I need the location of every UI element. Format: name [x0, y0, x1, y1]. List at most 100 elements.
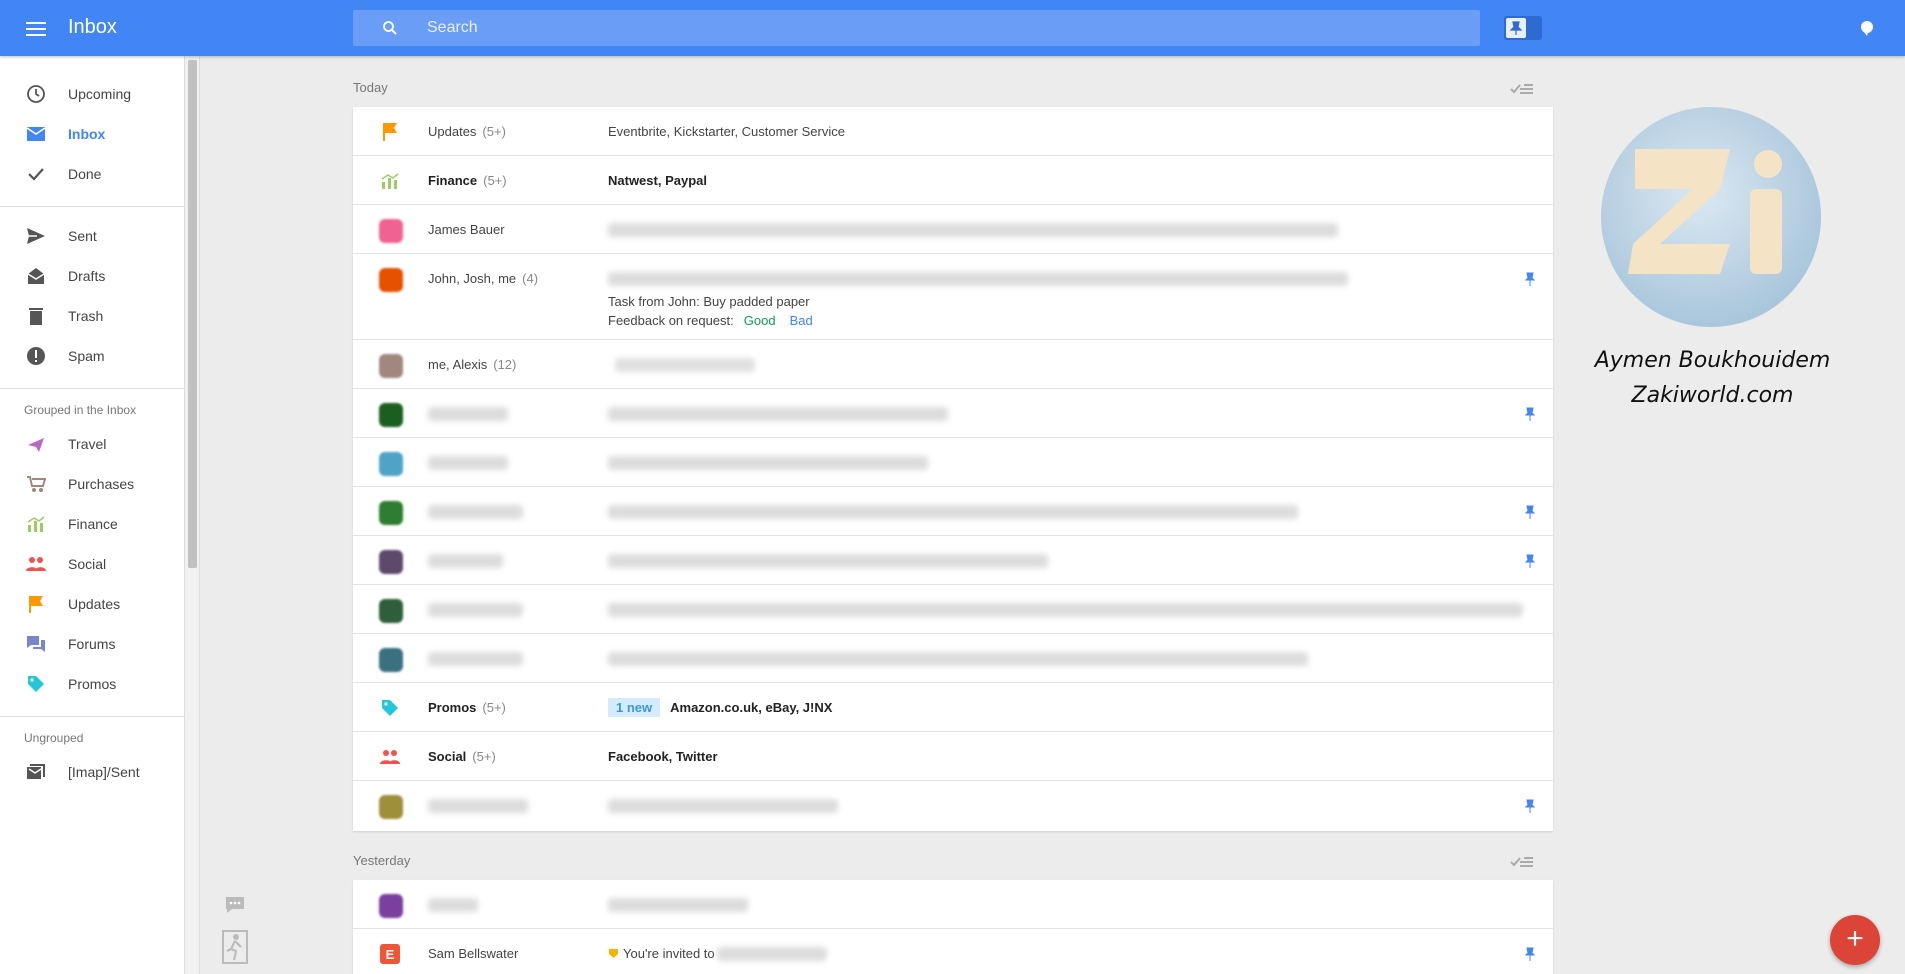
pin-icon[interactable]	[1523, 505, 1537, 519]
redacted-sender	[428, 799, 528, 813]
sidebar-item-label: Upcoming	[68, 86, 132, 102]
pin-icon[interactable]	[1523, 407, 1537, 421]
chat-icon[interactable]	[224, 895, 246, 915]
redacted-sender	[428, 456, 508, 470]
send-icon	[27, 228, 45, 244]
list-item[interactable]	[353, 585, 1553, 634]
sidebar-item-label: Spam	[68, 348, 105, 364]
check-icon	[28, 168, 44, 181]
sidebar-item-label: Finance	[68, 516, 118, 532]
list-item-alexis[interactable]: me, Alexis (12)	[353, 340, 1553, 389]
list-item[interactable]	[353, 781, 1553, 830]
list-item-sam[interactable]: E Sam Bellswater You're invited to	[353, 929, 1553, 974]
sidebar-item-spam[interactable]: Spam	[0, 336, 185, 376]
scrollbar-thumb[interactable]	[188, 60, 197, 568]
list-item-finance-bundle[interactable]: Finance (5+) Natwest, Paypal	[353, 156, 1553, 205]
pin-icon	[1509, 21, 1523, 35]
mail-icon	[26, 127, 46, 141]
sidebar-item-done[interactable]: Done	[0, 154, 185, 194]
redacted-subject	[615, 358, 755, 372]
avatar	[379, 894, 403, 918]
list-item-updates-bundle[interactable]: Updates (5+) Eventbrite, Kickstarter, Cus…	[353, 107, 1553, 156]
sidebar-item-label: Purchases	[68, 476, 135, 492]
pin-icon[interactable]	[1523, 947, 1537, 961]
sidebar-divider	[0, 388, 185, 389]
sidebar-item-upcoming[interactable]: Upcoming	[0, 74, 185, 114]
yesterday-list: E Sam Bellswater You're invited to	[353, 880, 1553, 974]
sidebar-item-inbox[interactable]: Inbox	[0, 114, 185, 154]
sidebar-item-sent[interactable]: Sent	[0, 216, 185, 256]
pin-icon[interactable]	[1523, 799, 1537, 813]
tag-icon	[382, 700, 398, 716]
sender-sam: Sam Bellswater	[428, 946, 519, 961]
redacted-subject	[717, 947, 827, 961]
watermark-name: Aymen Boukhouidem	[1594, 348, 1831, 373]
top-app-bar: Inbox	[0, 0, 1905, 56]
list-item[interactable]	[353, 389, 1553, 438]
search-icon[interactable]	[381, 19, 399, 37]
redacted-subject	[608, 407, 948, 421]
sweep-done-icon[interactable]	[1510, 82, 1534, 96]
flag-icon	[383, 123, 397, 141]
subject-sam: You're invited to	[608, 946, 715, 961]
subject-updates: Eventbrite, Kickstarter, Customer Servic…	[608, 124, 845, 139]
subject-social: Facebook, Twitter	[608, 749, 718, 764]
app-title: Inbox	[68, 16, 117, 38]
compose-button[interactable]: +	[1830, 915, 1880, 965]
list-item-james[interactable]: James Bauer	[353, 205, 1553, 254]
list-item[interactable]	[353, 634, 1553, 683]
sender-finance: Finance (5+)	[428, 173, 507, 188]
pin-icon[interactable]	[1523, 272, 1537, 286]
list-item-social-bundle[interactable]: Social (5+) Facebook, Twitter	[353, 732, 1553, 781]
watermark-logo	[1601, 107, 1821, 327]
pinned-toggle[interactable]	[1504, 16, 1542, 40]
list-item[interactable]	[353, 536, 1553, 585]
sidebar-item-updates[interactable]: Updates	[0, 584, 185, 624]
list-item-promos-bundle[interactable]: Promos (5+) 1 new Amazon.co.uk, eBay, J!NX	[353, 683, 1553, 732]
sidebar-item-promos[interactable]: Promos	[0, 664, 185, 704]
grouped-section-label: Grouped in the Inbox	[24, 403, 137, 417]
watermark-site: Zakiworld.com	[1631, 383, 1794, 408]
sidebar-item-social[interactable]: Social	[0, 544, 185, 584]
sidebar-item-purchases[interactable]: Purchases	[0, 464, 185, 504]
sender-social: Social (5+)	[428, 749, 496, 764]
badge-icon	[609, 949, 618, 958]
sidebar-item-imap-sent[interactable]: [Imap]/Sent	[0, 752, 185, 792]
exit-icon[interactable]	[222, 930, 248, 964]
feedback-bad-link[interactable]: Bad	[790, 313, 813, 328]
sidebar-item-trash[interactable]: Trash	[0, 296, 185, 336]
sidebar-item-finance[interactable]: Finance	[0, 504, 185, 544]
sidebar-item-label: Sent	[68, 228, 97, 244]
redacted-subject	[608, 898, 748, 912]
people-icon	[26, 557, 46, 571]
sidebar-item-travel[interactable]: Travel	[0, 424, 185, 464]
redacted-sender	[428, 603, 523, 617]
subject-promos: 1 new Amazon.co.uk, eBay, J!NX	[608, 698, 832, 717]
feedback-good-link[interactable]: Good	[744, 313, 776, 328]
eventbrite-icon: E	[380, 944, 400, 964]
search-input[interactable]	[427, 10, 1427, 46]
list-item[interactable]	[353, 880, 1553, 929]
avatar	[379, 599, 403, 623]
sweep-done-icon[interactable]	[1510, 855, 1534, 869]
sidebar-item-label: Promos	[68, 676, 117, 692]
sender-james: James Bauer	[428, 222, 505, 237]
menu-icon[interactable]	[24, 18, 48, 38]
list-item[interactable]	[353, 487, 1553, 536]
list-item-john[interactable]: John, Josh, me (4) Task from John: Buy pa…	[353, 254, 1553, 340]
pin-icon[interactable]	[1523, 554, 1537, 568]
avatar	[379, 219, 403, 243]
sidebar-scrollbar[interactable]	[185, 56, 200, 974]
redacted-subject	[608, 456, 928, 470]
redacted-subject	[608, 799, 838, 813]
sidebar-item-forums[interactable]: Forums	[0, 624, 185, 664]
chart-icon	[381, 173, 399, 189]
list-item[interactable]	[353, 438, 1553, 487]
drafts-icon	[27, 268, 45, 284]
sidebar-item-drafts[interactable]: Drafts	[0, 256, 185, 296]
search-bar[interactable]	[353, 10, 1480, 46]
sender-promos: Promos (5+)	[428, 700, 506, 715]
clock-icon	[27, 85, 45, 103]
account-icon[interactable]	[1860, 20, 1874, 36]
avatar	[379, 501, 403, 525]
